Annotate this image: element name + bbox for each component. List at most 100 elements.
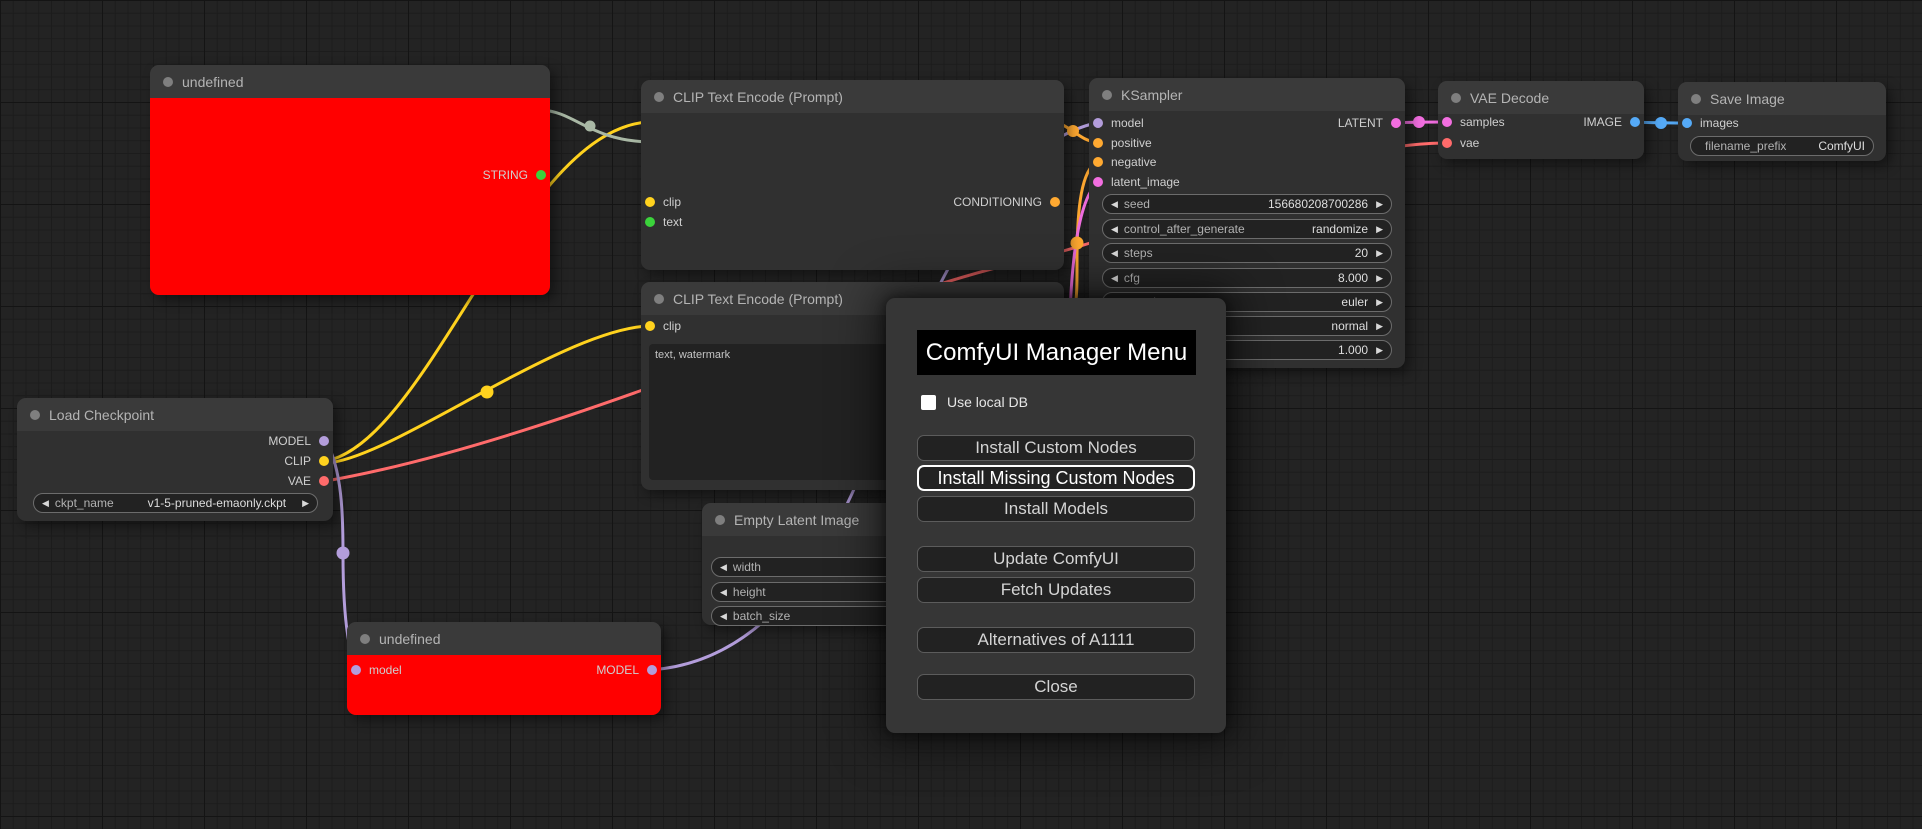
output-slot-model[interactable]: MODEL: [268, 434, 329, 448]
decrement-arrow-icon[interactable]: ◀: [42, 498, 49, 508]
reroute-dot-string[interactable]: [584, 120, 596, 132]
slot-dot-clip[interactable]: [645, 197, 655, 207]
increment-arrow-icon[interactable]: ▶: [1376, 273, 1383, 283]
node-clip-text-encode-1[interactable]: CLIP Text Encode (Prompt) clip text COND…: [641, 80, 1064, 270]
input-slot-clip[interactable]: clip: [645, 319, 681, 333]
input-slot-text[interactable]: text: [645, 215, 682, 229]
input-slot-vae[interactable]: vae: [1442, 136, 1479, 150]
fetch-updates-button[interactable]: Fetch Updates: [917, 577, 1195, 603]
collapse-dot-icon[interactable]: [163, 76, 173, 87]
increment-arrow-icon[interactable]: ▶: [1376, 248, 1383, 258]
decrement-arrow-icon[interactable]: ◀: [1111, 224, 1118, 234]
increment-arrow-icon[interactable]: ▶: [302, 498, 309, 508]
node-titlebar[interactable]: Load Checkpoint: [17, 398, 333, 431]
slot-dot-model[interactable]: [1093, 118, 1103, 128]
slot-dot-images[interactable]: [1682, 118, 1692, 128]
reroute-dot-clip[interactable]: [480, 385, 494, 399]
node-vae-decode[interactable]: VAE Decode samples vae IMAGE: [1438, 81, 1644, 159]
slot-dot-samples[interactable]: [1442, 117, 1452, 127]
node-titlebar[interactable]: CLIP Text Encode (Prompt): [641, 80, 1064, 113]
reroute-dot-model[interactable]: [336, 546, 350, 560]
collapse-dot-icon[interactable]: [1102, 89, 1112, 100]
slot-dot-positive[interactable]: [1093, 138, 1103, 148]
input-slot-model[interactable]: model: [351, 663, 402, 677]
collapse-dot-icon[interactable]: [30, 409, 40, 420]
decrement-arrow-icon[interactable]: ◀: [720, 611, 727, 621]
reroute-dot-negative[interactable]: [1070, 236, 1084, 250]
decrement-arrow-icon[interactable]: ◀: [1111, 273, 1118, 283]
decrement-arrow-icon[interactable]: ◀: [720, 587, 727, 597]
increment-arrow-icon[interactable]: ▶: [1376, 297, 1383, 307]
slot-dot-clip[interactable]: [645, 321, 655, 331]
node-titlebar[interactable]: undefined: [347, 622, 661, 655]
slot-dot-string[interactable]: [536, 170, 546, 180]
slot-dot-vae[interactable]: [319, 476, 329, 486]
widget-control-after-generate[interactable]: ◀ control_after_generate randomize ▶: [1102, 219, 1392, 239]
widget-filename-prefix[interactable]: filename_prefix ComfyUI: [1690, 136, 1874, 156]
reroute-dot-positive[interactable]: [1067, 125, 1079, 137]
node-save-image[interactable]: Save Image images filename_prefix ComfyU…: [1678, 82, 1886, 161]
increment-arrow-icon[interactable]: ▶: [1376, 199, 1383, 209]
input-slot-latent-image[interactable]: latent_image: [1093, 175, 1180, 189]
input-slot-clip[interactable]: clip: [645, 195, 681, 209]
node-undefined-bottom[interactable]: undefined model MODEL: [347, 622, 661, 715]
node-undefined-top[interactable]: undefined STRING: [150, 65, 550, 295]
input-slot-positive[interactable]: positive: [1093, 136, 1152, 150]
use-local-db-row[interactable]: Use local DB: [921, 394, 1028, 410]
output-slot-string[interactable]: STRING: [483, 168, 546, 182]
node-titlebar[interactable]: KSampler: [1089, 78, 1405, 111]
input-slot-samples[interactable]: samples: [1442, 115, 1505, 129]
reroute-dot-images[interactable]: [1655, 117, 1667, 129]
slot-dot-latent-image[interactable]: [1093, 177, 1103, 187]
input-slot-negative[interactable]: negative: [1093, 155, 1156, 169]
collapse-dot-icon[interactable]: [1691, 93, 1701, 104]
decrement-arrow-icon[interactable]: ◀: [720, 562, 727, 572]
input-slot-images[interactable]: images: [1682, 116, 1739, 130]
decrement-arrow-icon[interactable]: ◀: [1111, 248, 1118, 258]
output-slot-image[interactable]: IMAGE: [1583, 115, 1640, 129]
slot-dot-model-out[interactable]: [647, 665, 657, 675]
output-slot-model[interactable]: MODEL: [596, 663, 657, 677]
widget-seed[interactable]: ◀ seed 156680208700286 ▶: [1102, 194, 1392, 214]
slot-dot-clip[interactable]: [319, 456, 329, 466]
close-button[interactable]: Close: [917, 674, 1195, 700]
increment-arrow-icon[interactable]: ▶: [1376, 321, 1383, 331]
output-slot-latent[interactable]: LATENT: [1338, 116, 1401, 130]
install-missing-custom-nodes-button[interactable]: Install Missing Custom Nodes: [917, 465, 1195, 491]
increment-arrow-icon[interactable]: ▶: [1376, 345, 1383, 355]
widget-cfg[interactable]: ◀ cfg 8.000 ▶: [1102, 268, 1392, 288]
input-slot-model[interactable]: model: [1093, 116, 1144, 130]
slot-dot-negative[interactable]: [1093, 157, 1103, 167]
slot-dot-image[interactable]: [1630, 117, 1640, 127]
node-title: Empty Latent Image: [734, 511, 860, 528]
decrement-arrow-icon[interactable]: ◀: [1111, 199, 1118, 209]
install-custom-nodes-button[interactable]: Install Custom Nodes: [917, 435, 1195, 461]
slot-dot-model[interactable]: [319, 436, 329, 446]
slot-dot-latent[interactable]: [1391, 118, 1401, 128]
output-slot-clip[interactable]: CLIP: [284, 454, 329, 468]
slot-dot-text[interactable]: [645, 217, 655, 227]
slot-dot-vae[interactable]: [1442, 138, 1452, 148]
install-models-button[interactable]: Install Models: [917, 496, 1195, 522]
collapse-dot-icon[interactable]: [654, 293, 664, 304]
collapse-dot-icon[interactable]: [654, 91, 664, 102]
widget-ckpt-name[interactable]: ◀ ckpt_name v1-5-pruned-emaonly.ckpt ▶: [33, 493, 318, 513]
use-local-db-checkbox[interactable]: [921, 394, 936, 410]
collapse-dot-icon[interactable]: [1451, 92, 1461, 103]
update-comfyui-button[interactable]: Update ComfyUI: [917, 546, 1195, 572]
node-titlebar[interactable]: VAE Decode: [1438, 81, 1644, 114]
node-load-checkpoint[interactable]: Load Checkpoint MODEL CLIP VAE ◀ ckpt_na…: [17, 398, 333, 521]
node-graph-canvas[interactable]: undefined STRING CLIP Text Encode (Promp…: [0, 0, 1922, 829]
alternatives-of-a1111-button[interactable]: Alternatives of A1111: [917, 627, 1195, 653]
collapse-dot-icon[interactable]: [715, 514, 725, 525]
collapse-dot-icon[interactable]: [360, 633, 370, 644]
slot-dot-model[interactable]: [351, 665, 361, 675]
increment-arrow-icon[interactable]: ▶: [1376, 224, 1383, 234]
reroute-dot-samples[interactable]: [1413, 116, 1425, 128]
output-slot-vae[interactable]: VAE: [288, 474, 329, 488]
output-slot-conditioning[interactable]: CONDITIONING: [953, 195, 1060, 209]
widget-steps[interactable]: ◀ steps 20 ▶: [1102, 243, 1392, 263]
node-titlebar[interactable]: undefined: [150, 65, 550, 98]
slot-dot-conditioning[interactable]: [1050, 197, 1060, 207]
node-titlebar[interactable]: Save Image: [1678, 82, 1886, 115]
